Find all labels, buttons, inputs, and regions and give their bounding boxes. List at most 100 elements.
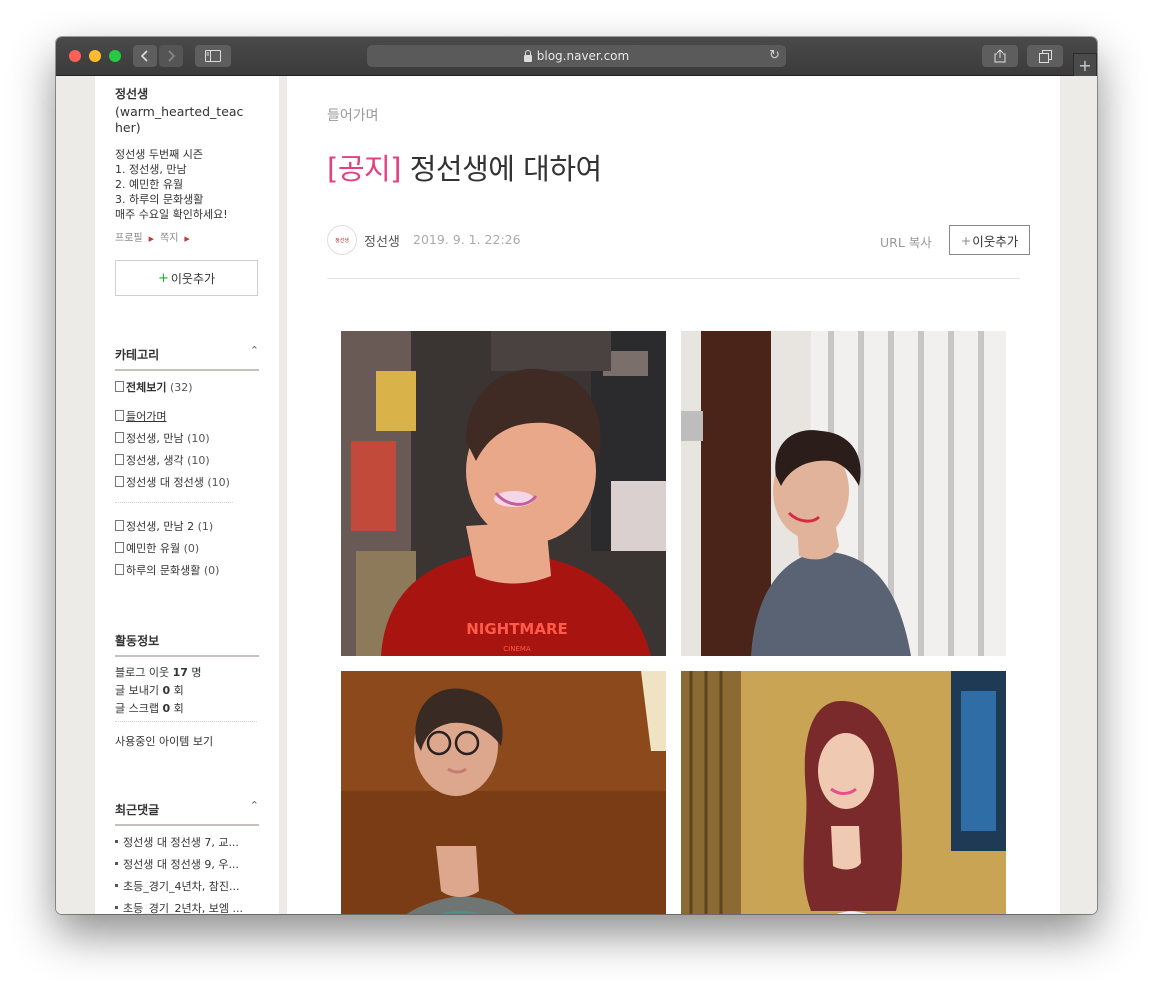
tabs-overview-button[interactable] xyxy=(1027,45,1063,67)
illustration-woman-floral-dress xyxy=(681,671,1006,914)
share-button[interactable] xyxy=(982,45,1018,67)
document-icon xyxy=(115,432,124,443)
post-author[interactable]: 정선생 xyxy=(364,231,400,250)
tabs-icon xyxy=(1038,49,1052,63)
blog-sidebar: 정선생 (warm_hearted_teacher) 정선생 두번째 시즌 1.… xyxy=(95,76,279,914)
author-avatar[interactable]: 정선생 xyxy=(327,225,357,255)
recent-comment-item[interactable]: 정선생 대 정선생 9, 우... xyxy=(115,856,259,872)
browser-toolbar: blog.naver.com ↻ xyxy=(56,37,1097,76)
intro-line: 1. 정선생, 만남 xyxy=(115,163,187,176)
category-item[interactable]: 정선생, 생각 (10) xyxy=(115,452,210,468)
category-item[interactable]: 예민한 유월 (0) xyxy=(115,540,199,556)
document-icon xyxy=(115,564,124,575)
category-count: (10) xyxy=(187,432,210,445)
scrap-count: 글 스크랩 0 회 xyxy=(115,700,184,716)
category-label: 정선생, 만남 xyxy=(126,432,184,445)
activity-value: 0 xyxy=(162,702,171,715)
share-icon xyxy=(994,49,1006,63)
category-divider xyxy=(115,502,233,503)
recent-comment-item[interactable]: 초등_경기_4년차, 참진... xyxy=(115,878,259,894)
post-photo[interactable] xyxy=(681,671,1006,914)
post-area: 들어가며 [공지] 정선생에 대하여 정선생 정선생 2019. 9. 1. 2… xyxy=(287,76,1060,914)
recent-comment-text: 정선생 대 정선생 7, 교... xyxy=(123,836,239,849)
document-icon xyxy=(115,476,124,487)
category-label: 정선생, 만남 2 xyxy=(126,520,195,533)
plus-icon: + xyxy=(157,270,169,286)
document-icon xyxy=(115,520,124,531)
category-item[interactable]: 정선생, 만남 2 (1) xyxy=(115,518,213,534)
post-date: 2019. 9. 1. 22:26 xyxy=(413,232,521,247)
recent-comment-text: 초등_경기_2년차, 보엠 ... xyxy=(123,902,243,914)
collapse-caret-icon[interactable]: ⌃ xyxy=(250,344,259,357)
profile-link[interactable]: 프로필 xyxy=(115,233,143,244)
activity-value: 17 xyxy=(172,666,188,679)
category-count: (1) xyxy=(197,520,214,533)
message-link[interactable]: 쪽지 xyxy=(160,233,178,244)
bullet-icon xyxy=(115,906,118,909)
minimize-window-button[interactable] xyxy=(89,50,101,62)
back-button[interactable] xyxy=(133,45,157,67)
illustration-man-checked-shirt xyxy=(681,331,1006,656)
address-url: blog.naver.com xyxy=(536,49,630,63)
activity-label: 글 스크랩 xyxy=(115,702,159,715)
category-item[interactable]: 하루의 문화생활 (0) xyxy=(115,562,219,578)
activity-label: 블로그 이웃 xyxy=(115,666,170,679)
document-icon xyxy=(115,454,124,465)
category-count: (10) xyxy=(207,476,230,489)
document-icon xyxy=(115,410,124,421)
forward-button[interactable] xyxy=(159,45,183,67)
recent-comment-text: 초등_경기_4년차, 참진... xyxy=(123,880,240,893)
post-header-divider xyxy=(327,278,1020,279)
reload-icon[interactable]: ↻ xyxy=(769,48,780,63)
category-item-all[interactable]: 전체보기 (32) xyxy=(115,379,193,395)
recent-comments-section-title: 최근댓글 ⌃ xyxy=(115,799,259,826)
neighbor-count: 블로그 이웃 17 명 xyxy=(115,664,202,680)
illustration-man-red-shirt: NIGHTMARE CINEMA xyxy=(341,331,666,656)
sidebar-toggle-button[interactable] xyxy=(195,45,231,67)
category-label: 전체보기 xyxy=(126,381,167,394)
category-item-intro[interactable]: 들어가며 xyxy=(115,408,166,424)
plus-icon: + xyxy=(1078,55,1092,75)
new-tab-button[interactable]: + xyxy=(1073,53,1097,77)
zoom-window-button[interactable] xyxy=(109,50,121,62)
recent-comment-item[interactable]: 정선생 대 정선생 7, 교... xyxy=(115,834,259,850)
post-photo[interactable] xyxy=(341,671,666,914)
collapse-caret-icon[interactable]: ⌃ xyxy=(250,799,259,812)
category-count: (0) xyxy=(203,564,220,577)
chevron-left-icon xyxy=(141,50,148,62)
blog-intro: 정선생 두번째 시즌 1. 정선생, 만남 2. 예민한 유월 3. 하루의 문… xyxy=(115,147,228,222)
category-count: (10) xyxy=(187,454,210,467)
intro-line: 3. 하루의 문화생활 xyxy=(115,193,204,206)
category-item[interactable]: 정선생 대 정선생 (10) xyxy=(115,474,230,490)
category-label: 예민한 유월 xyxy=(126,542,181,555)
post-title-text: 정선생에 대하여 xyxy=(409,152,602,186)
category-label: 들어가며 xyxy=(126,410,167,423)
post-add-neighbor-button[interactable]: + 이웃추가 xyxy=(949,225,1030,255)
post-title-tag: [공지] xyxy=(327,152,402,186)
items-link[interactable]: 사용중인 아이템 보기 xyxy=(115,733,213,749)
recent-comment-item[interactable]: 초등_경기_2년차, 보엠 ... xyxy=(115,900,259,914)
url-copy-button[interactable]: URL 복사 xyxy=(880,232,932,251)
illustration-man-glasses xyxy=(341,671,666,914)
shirt-print-subtext: CINEMA xyxy=(503,645,531,653)
recent-comment-text: 정선생 대 정선생 9, 우... xyxy=(123,858,239,871)
add-neighbor-label: 이웃추가 xyxy=(972,233,1019,249)
close-window-button[interactable] xyxy=(69,50,81,62)
category-label: 정선생, 생각 xyxy=(126,454,184,467)
post-category[interactable]: 들어가며 xyxy=(327,105,379,125)
activity-section-title: 활동정보 xyxy=(115,632,259,657)
category-item[interactable]: 정선생, 만남 (10) xyxy=(115,430,210,446)
address-bar[interactable]: blog.naver.com ↻ xyxy=(367,45,786,67)
post-title: [공지] 정선생에 대하여 xyxy=(327,146,602,188)
plus-icon: + xyxy=(960,232,972,248)
activity-label: 글 보내기 xyxy=(115,684,159,697)
category-label: 하루의 문화생활 xyxy=(126,564,201,577)
activity-divider xyxy=(115,721,257,722)
bullet-icon xyxy=(115,884,118,887)
add-neighbor-button[interactable]: + 이웃추가 xyxy=(115,260,258,296)
recent-title-text: 최근댓글 xyxy=(115,803,160,817)
post-photo[interactable] xyxy=(681,331,1006,656)
post-photo[interactable]: NIGHTMARE CINEMA xyxy=(341,331,666,656)
triangle-right-icon: ▶ xyxy=(184,235,190,243)
shirt-print-text: NIGHTMARE xyxy=(466,620,568,638)
